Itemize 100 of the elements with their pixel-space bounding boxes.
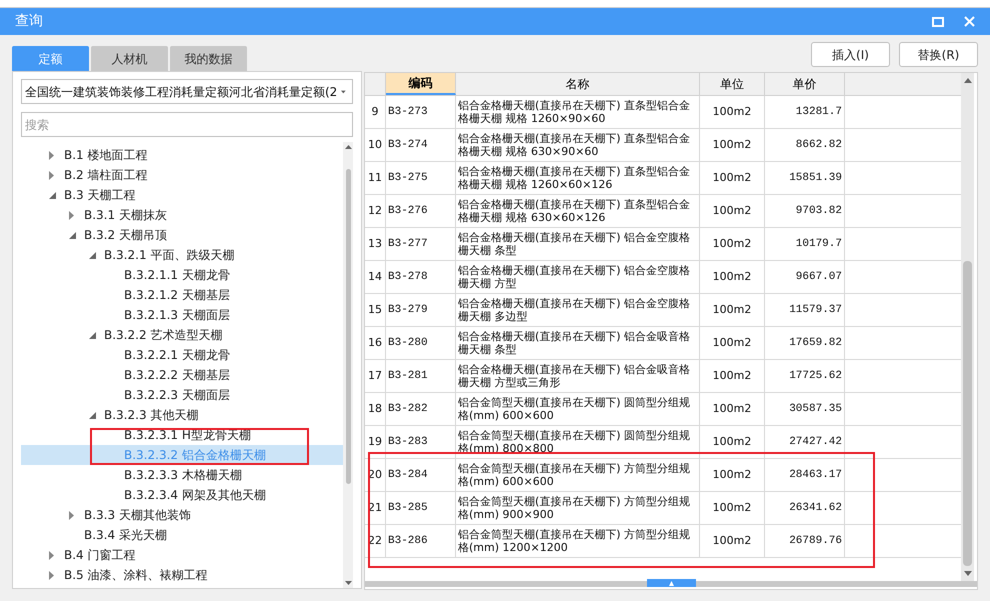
table-cell: 17725.62 — [765, 360, 845, 392]
scroll-thumb[interactable] — [346, 169, 350, 484]
expanded-triangle-icon[interactable] — [69, 232, 76, 238]
table-cell: 17659.82 — [765, 327, 845, 359]
tree-item[interactable]: B.3.2.3.4 网架及其他天棚 — [21, 485, 343, 505]
table-cell: 8662.82 — [765, 129, 845, 161]
scroll-down-icon[interactable] — [964, 571, 972, 576]
collapsed-triangle-icon[interactable] — [69, 210, 74, 220]
table-cell: 9667.07 — [765, 261, 845, 293]
table-cell: 100m2 — [700, 393, 765, 425]
table-cell: 100m2 — [700, 525, 765, 557]
table-cell: B3-278 — [386, 261, 456, 293]
collapsed-triangle-icon[interactable] — [69, 510, 74, 520]
table-cell: 铝合金格栅天棚(直接吊在天棚下) 铝合金空腹格栅天棚 方型 — [456, 261, 700, 293]
dropdown-arrow-icon — [341, 90, 346, 94]
table-cell: 铝合金格栅天棚(直接吊在天棚下) 直条型铝合金格栅天棚 规格 630×90×60 — [456, 129, 700, 161]
table-cell: 28463.17 — [765, 459, 845, 491]
tree-item[interactable]: B.3.2.1 平面、跌级天棚 — [21, 245, 343, 265]
tab[interactable]: 人材机 — [91, 46, 168, 71]
collapsed-triangle-icon[interactable] — [49, 550, 54, 560]
scroll-down-icon[interactable] — [344, 581, 352, 585]
splitter-bar[interactable] — [365, 581, 977, 587]
tree-item[interactable]: B.3.2.1.1 天棚龙骨 — [21, 265, 343, 285]
window-title: 查询 — [15, 12, 44, 31]
table-cell: 10179.7 — [765, 228, 845, 260]
tree-item[interactable]: B.3.2.3.3 木格栅天棚 — [21, 465, 343, 485]
table-cell: 26789.76 — [765, 525, 845, 557]
scroll-thumb[interactable] — [963, 261, 972, 566]
expanded-triangle-icon[interactable] — [89, 412, 96, 418]
tab[interactable]: 我的数据 — [170, 46, 247, 71]
table-cell: 100m2 — [700, 261, 765, 293]
scroll-up-icon[interactable] — [964, 78, 972, 83]
up-arrow-icon — [668, 580, 674, 586]
table-cell: B3-280 — [386, 327, 456, 359]
scroll-up-icon[interactable] — [344, 145, 352, 149]
table-cell: B3-279 — [386, 294, 456, 326]
expanded-triangle-icon[interactable] — [89, 252, 96, 258]
table-cell: 铝合金筒型天棚(直接吊在天棚下) 方筒型分组规格(mm) 1200×1200 — [456, 525, 700, 557]
column-header[interactable]: 单价 — [765, 73, 845, 95]
tree-item[interactable]: B.4 门窗工程 — [21, 545, 343, 565]
maximize-icon[interactable] — [932, 16, 944, 26]
collapsed-triangle-icon[interactable] — [49, 570, 54, 580]
action-button[interactable]: 替换(R) — [899, 42, 978, 67]
search-field[interactable]: 搜索 — [21, 112, 353, 137]
table-cell: 100m2 — [700, 96, 765, 128]
row-number: 18 — [365, 393, 386, 425]
table-cell: 100m2 — [700, 294, 765, 326]
tree-item[interactable]: B.3.3 天棚其他装饰 — [21, 505, 343, 525]
tree-item[interactable]: B.1 楼地面工程 — [21, 145, 343, 165]
table-cell: B3-275 — [386, 162, 456, 194]
tree-item[interactable]: B.5 油漆、涂料、裱糊工程 — [21, 565, 343, 585]
action-button[interactable]: 插入(I) — [811, 42, 890, 67]
tree-item[interactable]: B.3.2.3 其他天棚 — [21, 405, 343, 425]
tree-item[interactable]: B.3.2.1.3 天棚面层 — [21, 305, 343, 325]
table-cell: 13281.7 — [765, 96, 845, 128]
table-cell: B3-282 — [386, 393, 456, 425]
splitter-handle[interactable] — [646, 579, 696, 587]
tree-item[interactable]: B.3.2 天棚吊顶 — [21, 225, 343, 245]
table-cell: B3-286 — [386, 525, 456, 557]
row-number: 13 — [365, 228, 386, 260]
table-cell: 铝合金筒型天棚(直接吊在天棚下) 方筒型分组规格(mm) 900×900 — [456, 492, 700, 524]
tree-item[interactable]: B.3.4 采光天棚 — [21, 525, 343, 545]
row-number: 12 — [365, 195, 386, 227]
expanded-triangle-icon[interactable] — [89, 332, 96, 338]
tree-item[interactable]: B.3.2.2.2 天棚基层 — [21, 365, 343, 385]
row-number: 19 — [365, 426, 386, 458]
vertical-scrollbar[interactable] — [961, 73, 974, 581]
tree-item[interactable]: B.3.2.1.2 天棚基层 — [21, 285, 343, 305]
row-number: 10 — [365, 129, 386, 161]
table-cell: 100m2 — [700, 228, 765, 260]
table-cell: 铝合金格栅天棚(直接吊在天棚下) 直条型铝合金格栅天棚 规格 1260×60×126 — [456, 162, 700, 194]
row-number: 11 — [365, 162, 386, 194]
table-cell: 9703.82 — [765, 195, 845, 227]
tree-item[interactable]: B.3.2.2 艺术造型天棚 — [21, 325, 343, 345]
table-cell: 100m2 — [700, 360, 765, 392]
tree-item[interactable]: B.2 墙柱面工程 — [21, 165, 343, 185]
column-header[interactable]: 名称 — [456, 73, 700, 95]
table-cell: 铝合金格栅天棚(直接吊在天棚下) 铝合金吸音格栅天棚 方型或三角形 — [456, 360, 700, 392]
library-dropdown[interactable]: 全国统一建筑装饰装修工程消耗量定额河北省消耗量定额(2 — [21, 79, 353, 104]
tree-item[interactable]: B.3.2.2.3 天棚面层 — [21, 385, 343, 405]
vertical-scrollbar[interactable] — [343, 142, 353, 588]
tree-item[interactable]: B.3.2.2.1 天棚龙骨 — [21, 345, 343, 365]
table-cell: 30587.35 — [765, 393, 845, 425]
table-cell: 铝合金格栅天棚(直接吊在天棚下) 铝合金空腹格栅天棚 条型 — [456, 228, 700, 260]
expanded-triangle-icon[interactable] — [49, 192, 56, 198]
column-header[interactable]: 单位 — [700, 73, 765, 95]
table-cell: B3-284 — [386, 459, 456, 491]
close-icon[interactable] — [964, 16, 975, 27]
tree-item[interactable]: B.3.1 天棚抹灰 — [21, 205, 343, 225]
table-cell: B3-281 — [386, 360, 456, 392]
table-cell: B3-277 — [386, 228, 456, 260]
table-cell: 100m2 — [700, 327, 765, 359]
table-cell: B3-276 — [386, 195, 456, 227]
tree-item[interactable]: B.3 天棚工程 — [21, 185, 343, 205]
table-cell: 铝合金筒型天棚(直接吊在天棚下) 方筒型分组规格(mm) 600×600 — [456, 459, 700, 491]
collapsed-triangle-icon[interactable] — [49, 150, 54, 160]
collapsed-triangle-icon[interactable] — [49, 170, 54, 180]
column-header[interactable]: 编码 — [386, 73, 456, 95]
row-number: 16 — [365, 327, 386, 359]
table-cell: 铝合金格栅天棚(直接吊在天棚下) 直条型铝合金格栅天棚 规格 630×60×126 — [456, 195, 700, 227]
